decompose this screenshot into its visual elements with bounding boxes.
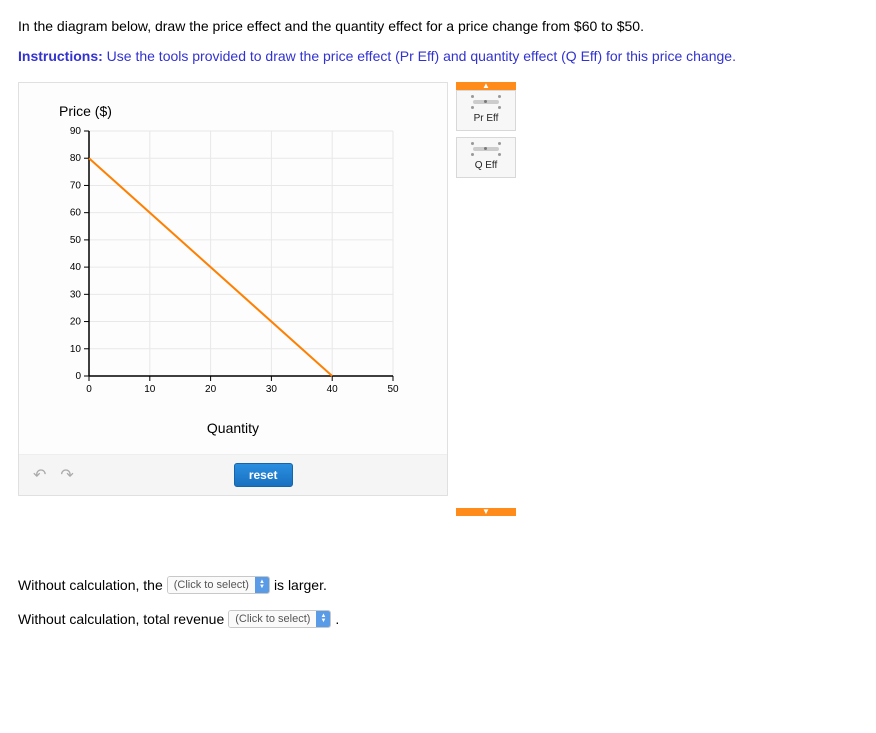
- tool-scroll-up[interactable]: ▲: [456, 82, 516, 90]
- tool-glyph-icon: [471, 142, 501, 156]
- followup-1-post: is larger.: [274, 577, 327, 593]
- tool-pr-eff[interactable]: Pr Eff: [456, 90, 516, 131]
- followup-2-pre: Without calculation, total revenue: [18, 611, 224, 627]
- svg-text:30: 30: [266, 384, 278, 395]
- svg-text:10: 10: [70, 344, 82, 355]
- svg-text:80: 80: [70, 153, 82, 164]
- instructions-label: Instructions:: [18, 48, 103, 64]
- instructions-body: Use the tools provided to draw the price…: [107, 48, 736, 64]
- select-arrows-icon: ▲▼: [316, 611, 330, 627]
- select-placeholder: (Click to select): [168, 577, 255, 593]
- tool-track: [456, 178, 516, 508]
- followup-2-post: .: [335, 611, 339, 627]
- followup-2-select[interactable]: (Click to select) ▲▼: [228, 610, 331, 628]
- tool-palette: ▲ Pr Eff Q Eff ▼: [456, 82, 516, 516]
- tool-q-eff-label: Q Eff: [457, 160, 515, 171]
- tool-pr-eff-label: Pr Eff: [457, 113, 515, 124]
- instructions: Instructions: Use the tools provided to …: [18, 48, 858, 64]
- svg-text:20: 20: [70, 317, 82, 328]
- svg-text:0: 0: [86, 384, 92, 395]
- followup-row-2: Without calculation, total revenue (Clic…: [18, 610, 858, 628]
- svg-text:50: 50: [387, 384, 399, 395]
- chart-plot[interactable]: 0 10 20 30 40 50 0 10 20 30 40 50 60 70 80 90: [43, 125, 423, 400]
- followup-1-select[interactable]: (Click to select) ▲▼: [167, 576, 270, 594]
- question-text: In the diagram below, draw the price eff…: [18, 18, 858, 34]
- svg-text:50: 50: [70, 235, 82, 246]
- followup-1-pre: Without calculation, the: [18, 577, 163, 593]
- control-bar: ↶ ↷ reset: [19, 454, 447, 495]
- svg-text:0: 0: [75, 371, 81, 382]
- tool-scroll-down[interactable]: ▼: [456, 508, 516, 516]
- svg-text:40: 40: [70, 262, 82, 273]
- svg-text:20: 20: [205, 384, 217, 395]
- svg-text:10: 10: [144, 384, 156, 395]
- select-arrows-icon: ▲▼: [255, 577, 269, 593]
- followup-row-1: Without calculation, the (Click to selec…: [18, 576, 858, 594]
- y-axis-title: Price ($): [59, 103, 441, 119]
- reset-button[interactable]: reset: [234, 463, 293, 487]
- tool-glyph-icon: [471, 95, 501, 109]
- select-placeholder: (Click to select): [229, 611, 316, 627]
- undo-button[interactable]: ↶: [29, 463, 50, 487]
- svg-text:60: 60: [70, 208, 82, 219]
- redo-button[interactable]: ↷: [56, 463, 77, 487]
- graph-panel: Price ($) 0 10 20 30 40 50 0 10 20 30 40 50 60 70 80 90…: [18, 82, 448, 496]
- svg-text:90: 90: [70, 126, 82, 137]
- tool-q-eff[interactable]: Q Eff: [456, 137, 516, 178]
- svg-text:70: 70: [70, 180, 82, 191]
- svg-text:30: 30: [70, 289, 82, 300]
- x-axis-title: Quantity: [25, 420, 441, 436]
- svg-text:40: 40: [327, 384, 339, 395]
